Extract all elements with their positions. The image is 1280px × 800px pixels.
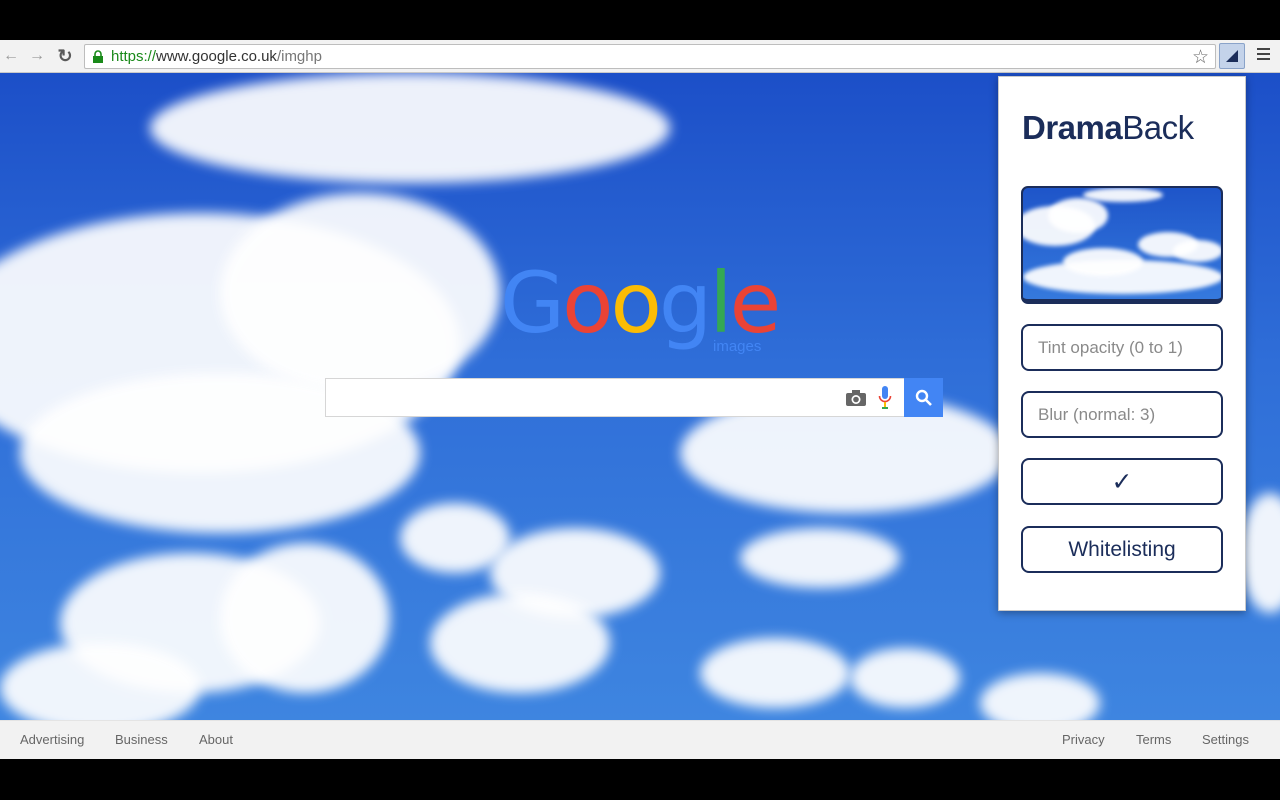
search-button[interactable] (904, 378, 943, 417)
dramaback-popup: DramaBack ✓ Whitelisting (998, 76, 1246, 611)
whitelisting-button[interactable]: Whitelisting (1021, 526, 1223, 573)
dramaback-icon (1226, 50, 1238, 62)
brand-logo: DramaBack (1022, 109, 1194, 146)
url-text: https://www.google.co.uk/imghp (111, 48, 322, 65)
search-icon (915, 389, 932, 406)
tint-opacity-input[interactable] (1021, 324, 1223, 371)
microphone-icon[interactable] (878, 386, 892, 410)
camera-icon[interactable] (845, 389, 867, 407)
search-input[interactable] (334, 385, 838, 413)
back-icon[interactable]: ← (0, 45, 22, 67)
lock-icon (93, 50, 103, 63)
footer-link-advertising[interactable]: Advertising (20, 732, 84, 747)
footer-link-about[interactable]: About (199, 732, 233, 747)
url-scheme: https:// (111, 48, 157, 65)
bookmark-star-icon[interactable]: ☆ (1192, 46, 1209, 69)
address-bar[interactable]: https://www.google.co.uk/imghp ☆ (84, 44, 1216, 69)
url-path: /imghp (276, 48, 322, 65)
forward-icon[interactable]: → (26, 45, 48, 67)
reload-icon[interactable]: ↻ (54, 45, 76, 67)
menu-icon[interactable] (1254, 48, 1272, 64)
footer-link-terms[interactable]: Terms (1136, 732, 1171, 747)
search-box (325, 378, 905, 417)
footer: Advertising Business About Privacy Terms… (0, 720, 1280, 759)
footer-link-privacy[interactable]: Privacy (1062, 732, 1105, 747)
apply-button[interactable]: ✓ (1021, 458, 1223, 505)
blur-input[interactable] (1021, 391, 1223, 438)
logo-subtitle: images (713, 338, 762, 355)
background-preview-image[interactable] (1021, 186, 1223, 304)
footer-link-settings[interactable]: Settings (1202, 732, 1249, 747)
footer-link-business[interactable]: Business (115, 732, 168, 747)
browser-toolbar: ← → ↻ https://www.google.co.uk/imghp ☆ (0, 40, 1280, 73)
dramaback-extension-button[interactable] (1219, 43, 1245, 69)
letterbox-top (0, 0, 1280, 40)
url-host: www.google.co.uk (156, 48, 277, 65)
letterbox-bottom (0, 759, 1280, 800)
